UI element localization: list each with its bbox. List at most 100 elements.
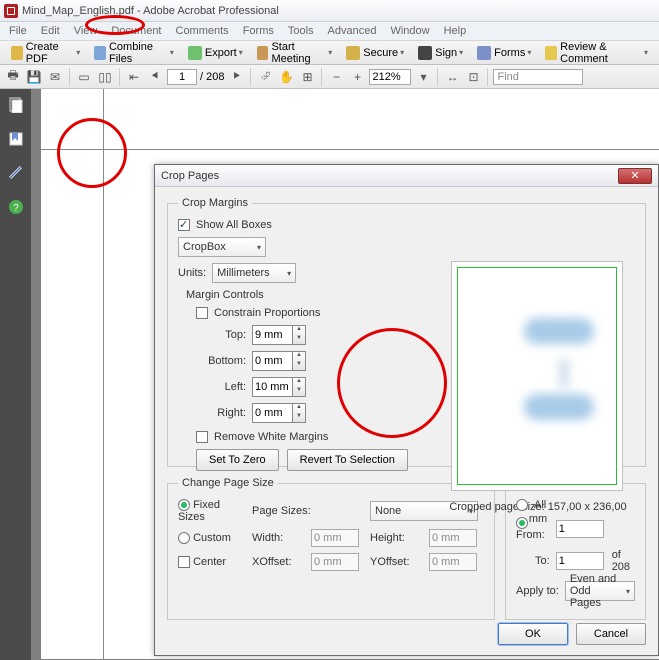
menu-document[interactable]: Document bbox=[104, 23, 168, 39]
remove-white-margins-checkbox[interactable] bbox=[196, 431, 208, 443]
left-margin-input[interactable] bbox=[252, 377, 292, 397]
first-page-icon[interactable]: ⇤ bbox=[125, 68, 143, 86]
export-button[interactable]: Export ▾ bbox=[182, 44, 249, 62]
zoom-dropdown-icon[interactable]: ▾ bbox=[414, 68, 432, 86]
height-label: Height: bbox=[370, 532, 425, 544]
forms-button[interactable]: Forms ▾ bbox=[471, 44, 537, 62]
hand-tool-icon[interactable]: ✋ bbox=[277, 68, 295, 86]
top-margin-spinner[interactable]: ▲▼ bbox=[252, 325, 438, 345]
signatures-panel-icon[interactable] bbox=[8, 165, 24, 181]
zoom-out-icon[interactable]: − bbox=[327, 68, 345, 86]
find-input[interactable] bbox=[493, 69, 583, 85]
from-label: From: bbox=[516, 529, 545, 541]
from-radio[interactable] bbox=[516, 517, 528, 529]
menu-advanced[interactable]: Advanced bbox=[321, 23, 384, 39]
window-title: Mind_Map_English.pdf - Adobe Acrobat Pro… bbox=[22, 5, 279, 17]
spin-up-icon[interactable]: ▲ bbox=[293, 378, 305, 387]
two-page-icon[interactable]: ▯▯ bbox=[96, 68, 114, 86]
bottom-margin-spinner[interactable]: ▲▼ bbox=[252, 351, 438, 371]
dialog-titlebar[interactable]: Crop Pages ✕ bbox=[155, 165, 658, 187]
page-number-input[interactable] bbox=[167, 69, 197, 85]
page-view-icon[interactable]: ▭ bbox=[75, 68, 93, 86]
dropdown-icon: ▾ bbox=[239, 48, 243, 57]
secure-button[interactable]: Secure ▾ bbox=[340, 44, 410, 62]
top-margin-input[interactable] bbox=[252, 325, 292, 345]
zoom-input[interactable] bbox=[369, 69, 411, 85]
start-meeting-button[interactable]: Start Meeting ▾ bbox=[251, 39, 339, 67]
fit-width-icon[interactable]: ↔ bbox=[443, 68, 461, 86]
menu-comments[interactable]: Comments bbox=[169, 23, 236, 39]
right-margin-input[interactable] bbox=[252, 403, 292, 423]
units-label: Units: bbox=[178, 267, 206, 279]
zoom-in-icon[interactable]: + bbox=[348, 68, 366, 86]
help-panel-icon[interactable]: ? bbox=[8, 199, 24, 215]
dropdown-icon: ▾ bbox=[459, 48, 463, 57]
close-icon[interactable]: ✕ bbox=[618, 168, 652, 184]
dropdown-icon: ▾ bbox=[400, 48, 404, 57]
show-all-boxes-checkbox[interactable] bbox=[178, 219, 190, 231]
sign-label: Sign bbox=[435, 47, 457, 59]
center-checkbox[interactable] bbox=[178, 556, 190, 568]
custom-radio[interactable] bbox=[178, 532, 190, 544]
titlebar: Mind_Map_English.pdf - Adobe Acrobat Pro… bbox=[0, 0, 659, 22]
constrain-proportions-checkbox[interactable] bbox=[196, 307, 208, 319]
spin-down-icon[interactable]: ▼ bbox=[293, 361, 305, 370]
next-page-icon[interactable]: ⯈ bbox=[227, 68, 245, 86]
prev-page-icon[interactable]: ⯇ bbox=[146, 68, 164, 86]
dialog-title: Crop Pages bbox=[161, 170, 219, 182]
fit-page-icon[interactable]: ⊡ bbox=[464, 68, 482, 86]
right-margin-spinner[interactable]: ▲▼ bbox=[252, 403, 438, 423]
spin-down-icon[interactable]: ▼ bbox=[293, 335, 305, 344]
create-pdf-button[interactable]: Create PDF ▾ bbox=[5, 39, 86, 67]
set-to-zero-button[interactable]: Set To Zero bbox=[196, 449, 279, 471]
review-comment-button[interactable]: Review & Comment ▾ bbox=[539, 39, 654, 67]
sign-button[interactable]: Sign ▾ bbox=[412, 44, 469, 62]
forms-label: Forms bbox=[494, 47, 525, 59]
menu-edit[interactable]: Edit bbox=[34, 23, 67, 39]
menu-file[interactable]: File bbox=[2, 23, 34, 39]
spin-down-icon[interactable]: ▼ bbox=[293, 387, 305, 396]
menu-window[interactable]: Window bbox=[383, 23, 436, 39]
pages-panel-icon[interactable] bbox=[8, 97, 24, 113]
fixed-sizes-radio[interactable] bbox=[178, 499, 190, 511]
acrobat-icon bbox=[4, 4, 18, 18]
units-select[interactable]: Millimeters ▾ bbox=[212, 263, 296, 283]
preview-caption: Cropped page size: 157,00 x 236,00 mm bbox=[443, 501, 633, 525]
menu-help[interactable]: Help bbox=[437, 23, 474, 39]
email-icon[interactable]: ✉ bbox=[46, 68, 64, 86]
print-icon[interactable]: 🖶 bbox=[4, 68, 22, 86]
spin-up-icon[interactable]: ▲ bbox=[293, 326, 305, 335]
to-input[interactable] bbox=[556, 552, 604, 570]
menu-forms[interactable]: Forms bbox=[236, 23, 281, 39]
crop-type-select[interactable]: CropBox ▾ bbox=[178, 237, 266, 257]
export-label: Export bbox=[205, 47, 237, 59]
marquee-zoom-icon[interactable]: ⊞ bbox=[298, 68, 316, 86]
spin-up-icon[interactable]: ▲ bbox=[293, 404, 305, 413]
bookmarks-panel-icon[interactable] bbox=[8, 131, 24, 147]
bottom-margin-input[interactable] bbox=[252, 351, 292, 371]
left-margin-spinner[interactable]: ▲▼ bbox=[252, 377, 438, 397]
menu-tools[interactable]: Tools bbox=[281, 23, 321, 39]
bottom-label: Bottom: bbox=[196, 355, 246, 367]
dropdown-icon: ▾ bbox=[170, 48, 174, 57]
spin-up-icon[interactable]: ▲ bbox=[293, 352, 305, 361]
ok-button[interactable]: OK bbox=[498, 623, 568, 645]
select-tool-icon[interactable]: ⮰ bbox=[256, 68, 274, 86]
change-page-size-legend: Change Page Size bbox=[178, 477, 278, 489]
yoffset-label: YOffset: bbox=[370, 556, 425, 568]
of-pages-label: of 208 bbox=[612, 549, 635, 573]
combine-files-button[interactable]: Combine Files ▾ bbox=[88, 39, 180, 67]
toolbar-nav: 🖶 💾 ✉ ▭ ▯▯ ⇤ ⯇ / 208 ⯈ ⮰ ✋ ⊞ − + ▾ ↔ ⊡ bbox=[0, 65, 659, 89]
apply-to-select[interactable]: Even and Odd Pages ▾ bbox=[565, 581, 635, 601]
dropdown-icon: ▾ bbox=[76, 48, 80, 57]
all-radio[interactable] bbox=[516, 499, 528, 511]
page-count-label: / 208 bbox=[200, 71, 224, 83]
menu-view[interactable]: View bbox=[67, 23, 105, 39]
save-icon[interactable]: 💾 bbox=[25, 68, 43, 86]
xoffset-label: XOffset: bbox=[252, 556, 307, 568]
revert-to-selection-button[interactable]: Revert To Selection bbox=[287, 449, 408, 471]
svg-text:?: ? bbox=[13, 203, 19, 214]
spin-down-icon[interactable]: ▼ bbox=[293, 413, 305, 422]
combine-files-label: Combine Files bbox=[109, 41, 168, 65]
cancel-button[interactable]: Cancel bbox=[576, 623, 646, 645]
